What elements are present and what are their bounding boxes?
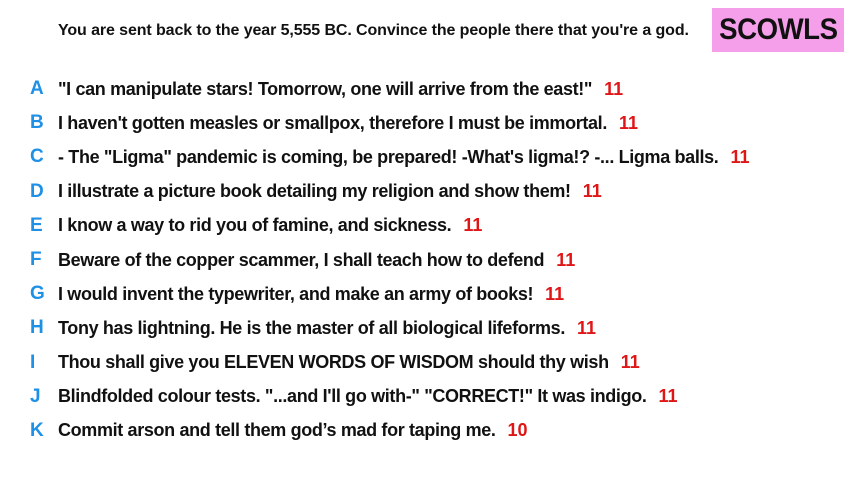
answer-text: Beware of the copper scammer, I shall te… — [58, 249, 545, 270]
answer-item: K Commit arson and tell them god’s mad f… — [30, 414, 749, 448]
logo-text: SCOWLS — [718, 13, 838, 46]
answer-item: J Blindfolded colour tests. "...and I'll… — [30, 380, 749, 414]
answer-text: "I can manipulate stars! Tomorrow, one w… — [58, 78, 593, 99]
answer-score: 11 — [577, 317, 597, 338]
answer-score: 11 — [730, 146, 750, 167]
scowls-logo: SCOWLS — [712, 8, 844, 52]
answer-text: Commit arson and tell them god’s mad for… — [58, 420, 496, 441]
answer-item: I Thou shall give you ELEVEN WORDS OF WI… — [30, 346, 749, 380]
answer-letter: J — [30, 385, 41, 407]
answer-letter: B — [30, 112, 44, 134]
answer-text: Blindfolded colour tests. "...and I'll g… — [58, 386, 647, 407]
answer-text: I would invent the typewriter, and make … — [58, 283, 534, 304]
answer-list: A "I can manipulate stars! Tomorrow, one… — [30, 72, 749, 448]
answer-score: 10 — [507, 420, 528, 441]
answer-score: 11 — [658, 386, 678, 407]
answer-letter: G — [30, 283, 45, 305]
answer-item: E I know a way to rid you of famine, and… — [30, 209, 749, 243]
answer-score: 11 — [618, 112, 639, 133]
answer-text: - The "Ligma" pandemic is coming, be pre… — [58, 146, 719, 167]
answer-letter: E — [30, 214, 43, 236]
answer-item: H Tony has lightning. He is the master o… — [30, 311, 749, 345]
answer-text: I know a way to rid you of famine, and s… — [58, 215, 452, 236]
answer-item: D I illustrate a picture book detailing … — [30, 175, 749, 209]
answer-item: A "I can manipulate stars! Tomorrow, one… — [30, 72, 749, 106]
answer-letter: D — [30, 180, 44, 202]
answer-item: C - The "Ligma" pandemic is coming, be p… — [30, 140, 749, 174]
answer-text: I illustrate a picture book detailing my… — [58, 181, 571, 202]
answer-score: 11 — [463, 215, 483, 236]
answer-item: B I haven't gotten measles or smallpox, … — [30, 106, 749, 140]
answer-letter: A — [30, 78, 44, 100]
answer-score: 11 — [604, 78, 624, 99]
answer-text: I haven't gotten measles or smallpox, th… — [58, 112, 607, 133]
answer-letter: F — [30, 249, 42, 271]
answer-letter: K — [30, 419, 44, 441]
answer-score: 11 — [582, 181, 602, 202]
answer-text: Tony has lightning. He is the master of … — [58, 317, 565, 338]
answer-item: G I would invent the typewriter, and mak… — [30, 277, 749, 311]
answer-letter: C — [30, 146, 44, 168]
answer-letter: H — [30, 317, 44, 339]
answer-score: 11 — [620, 352, 640, 373]
answer-letter: I — [30, 351, 36, 373]
answer-score: 11 — [556, 249, 576, 270]
prompt-text: You are sent back to the year 5,555 BC. … — [58, 22, 689, 39]
answer-text: Thou shall give you ELEVEN WORDS OF WISD… — [58, 352, 609, 373]
answer-score: 11 — [545, 283, 565, 304]
answer-item: F Beware of the copper scammer, I shall … — [30, 243, 749, 277]
